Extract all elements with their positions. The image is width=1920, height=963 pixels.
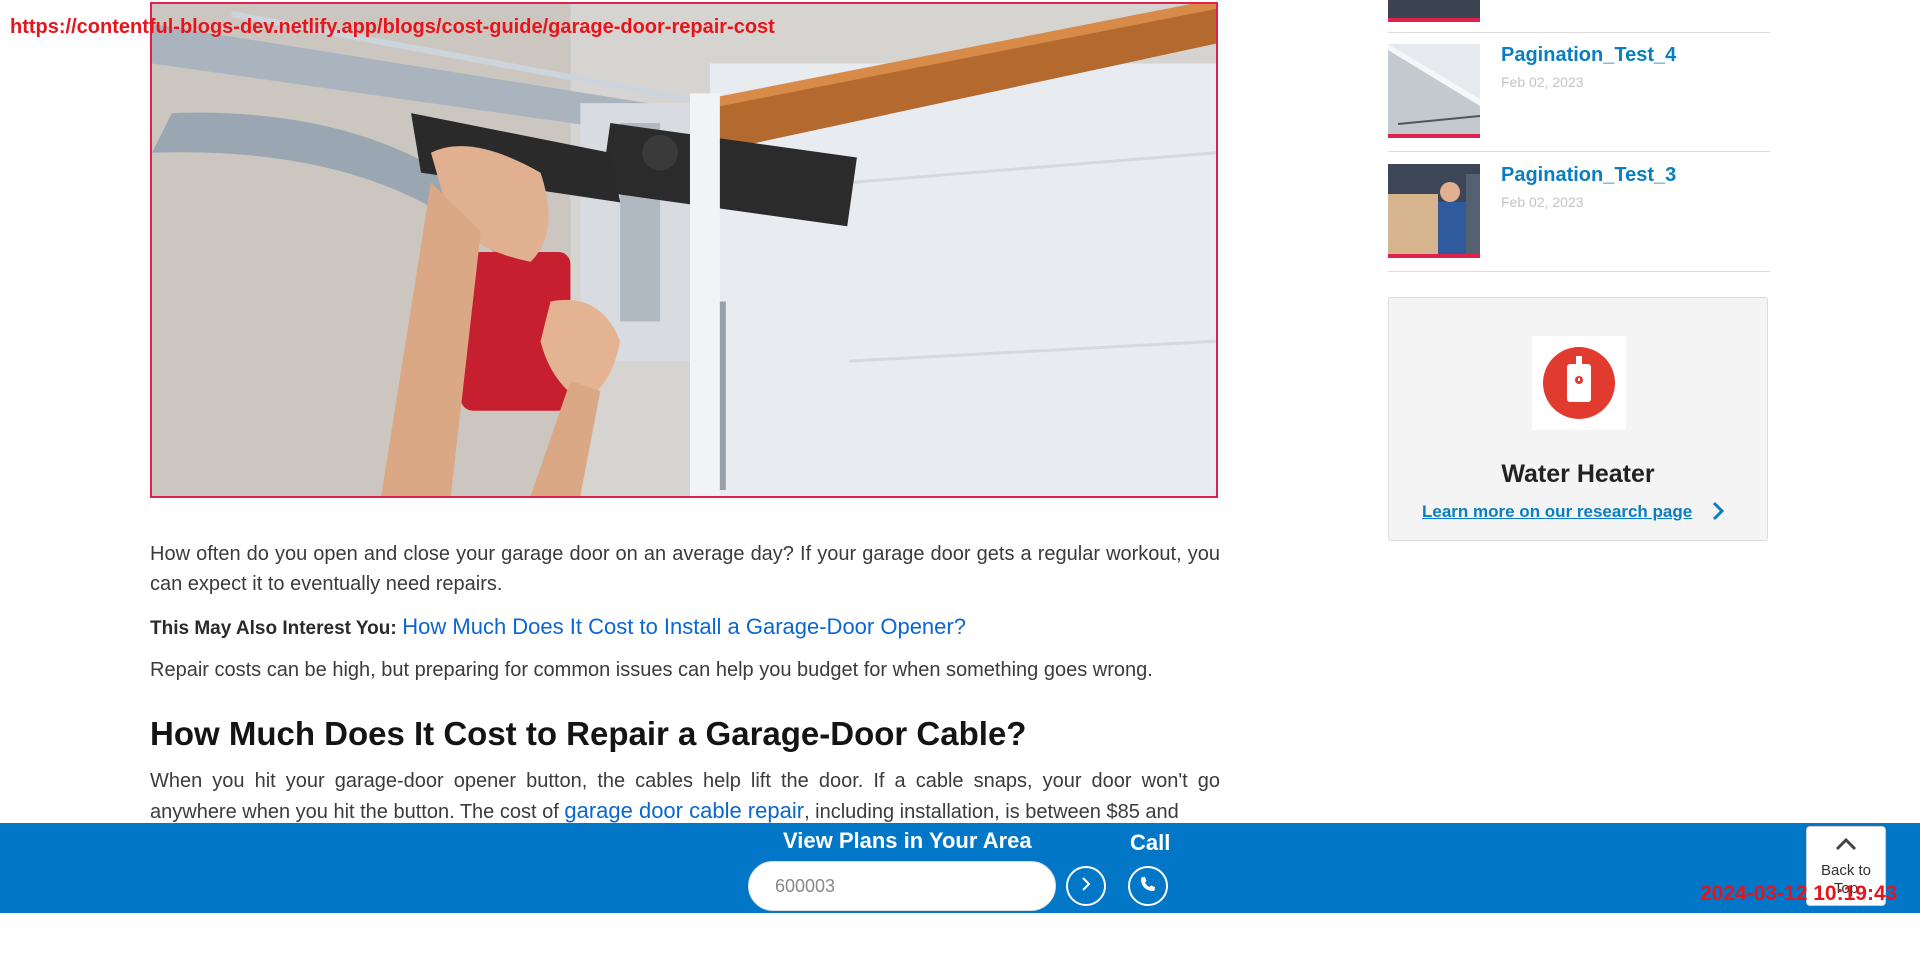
post-date: Feb 02, 2023 <box>1501 194 1584 210</box>
article-paragraph-cable: When you hit your garage-door opener but… <box>150 766 1220 827</box>
post-date: Feb 02, 2023 <box>1501 74 1584 90</box>
cable-repair-link[interactable]: garage door cable repair <box>564 798 804 823</box>
zip-code-input[interactable] <box>748 861 1056 911</box>
also-interest-label: This May Also Interest You: <box>150 618 397 639</box>
divider <box>1388 271 1770 272</box>
section-heading: How Much Does It Cost to Repair a Garage… <box>150 715 1027 752</box>
research-page-link[interactable]: Learn more on our research page <box>1422 502 1692 522</box>
research-card: Water Heater Learn more on our research … <box>1388 297 1768 541</box>
phone-icon <box>1140 876 1156 897</box>
call-label: Call <box>1130 830 1171 855</box>
view-plans-bar: View Plans in Your Area Call <box>0 823 1920 913</box>
sidebar-post[interactable]: Pagination_Test_4 Feb 02, 2023 <box>1388 44 1770 138</box>
article-paragraph: Repair costs can be high, but preparing … <box>150 659 1153 681</box>
timestamp-overlay: 2024-03-12 10:19:43 <box>1700 882 1898 905</box>
card-title: Water Heater <box>1501 460 1655 488</box>
post-thumbnail[interactable] <box>1388 0 1480 22</box>
call-button[interactable] <box>1128 866 1168 906</box>
post-thumbnail[interactable] <box>1388 44 1480 138</box>
post-title[interactable]: Pagination_Test_4 <box>1501 44 1676 67</box>
divider <box>1388 32 1770 33</box>
submit-zip-button[interactable] <box>1066 866 1106 906</box>
chevron-up-icon <box>1807 837 1885 856</box>
chevron-right-icon <box>1080 876 1092 896</box>
chevron-right-icon[interactable] <box>1711 501 1725 526</box>
post-title[interactable]: Pagination_Test_3 <box>1501 164 1676 187</box>
house-roof-thumbnail <box>1388 44 1480 134</box>
also-interest-link[interactable]: How Much Does It Cost to Install a Garag… <box>402 614 966 639</box>
also-interest: This May Also Interest You: How Much Doe… <box>150 612 1220 644</box>
para-text-end: , including installation, is between $85… <box>804 801 1179 823</box>
url-overlay: https://contentful-blogs-dev.netlify.app… <box>10 16 775 38</box>
view-plans-title: View Plans in Your Area <box>783 828 1032 853</box>
sidebar-post[interactable]: Pagination_Test_3 Feb 02, 2023 <box>1388 164 1770 258</box>
garage-door-repair-photo <box>152 4 1216 496</box>
hero-image <box>150 2 1218 498</box>
technician-thumbnail <box>1388 164 1480 254</box>
water-heater-icon <box>1532 336 1626 430</box>
divider <box>1388 151 1770 152</box>
post-thumbnail[interactable] <box>1388 164 1480 258</box>
article-intro: How often do you open and close your gar… <box>150 543 1220 595</box>
